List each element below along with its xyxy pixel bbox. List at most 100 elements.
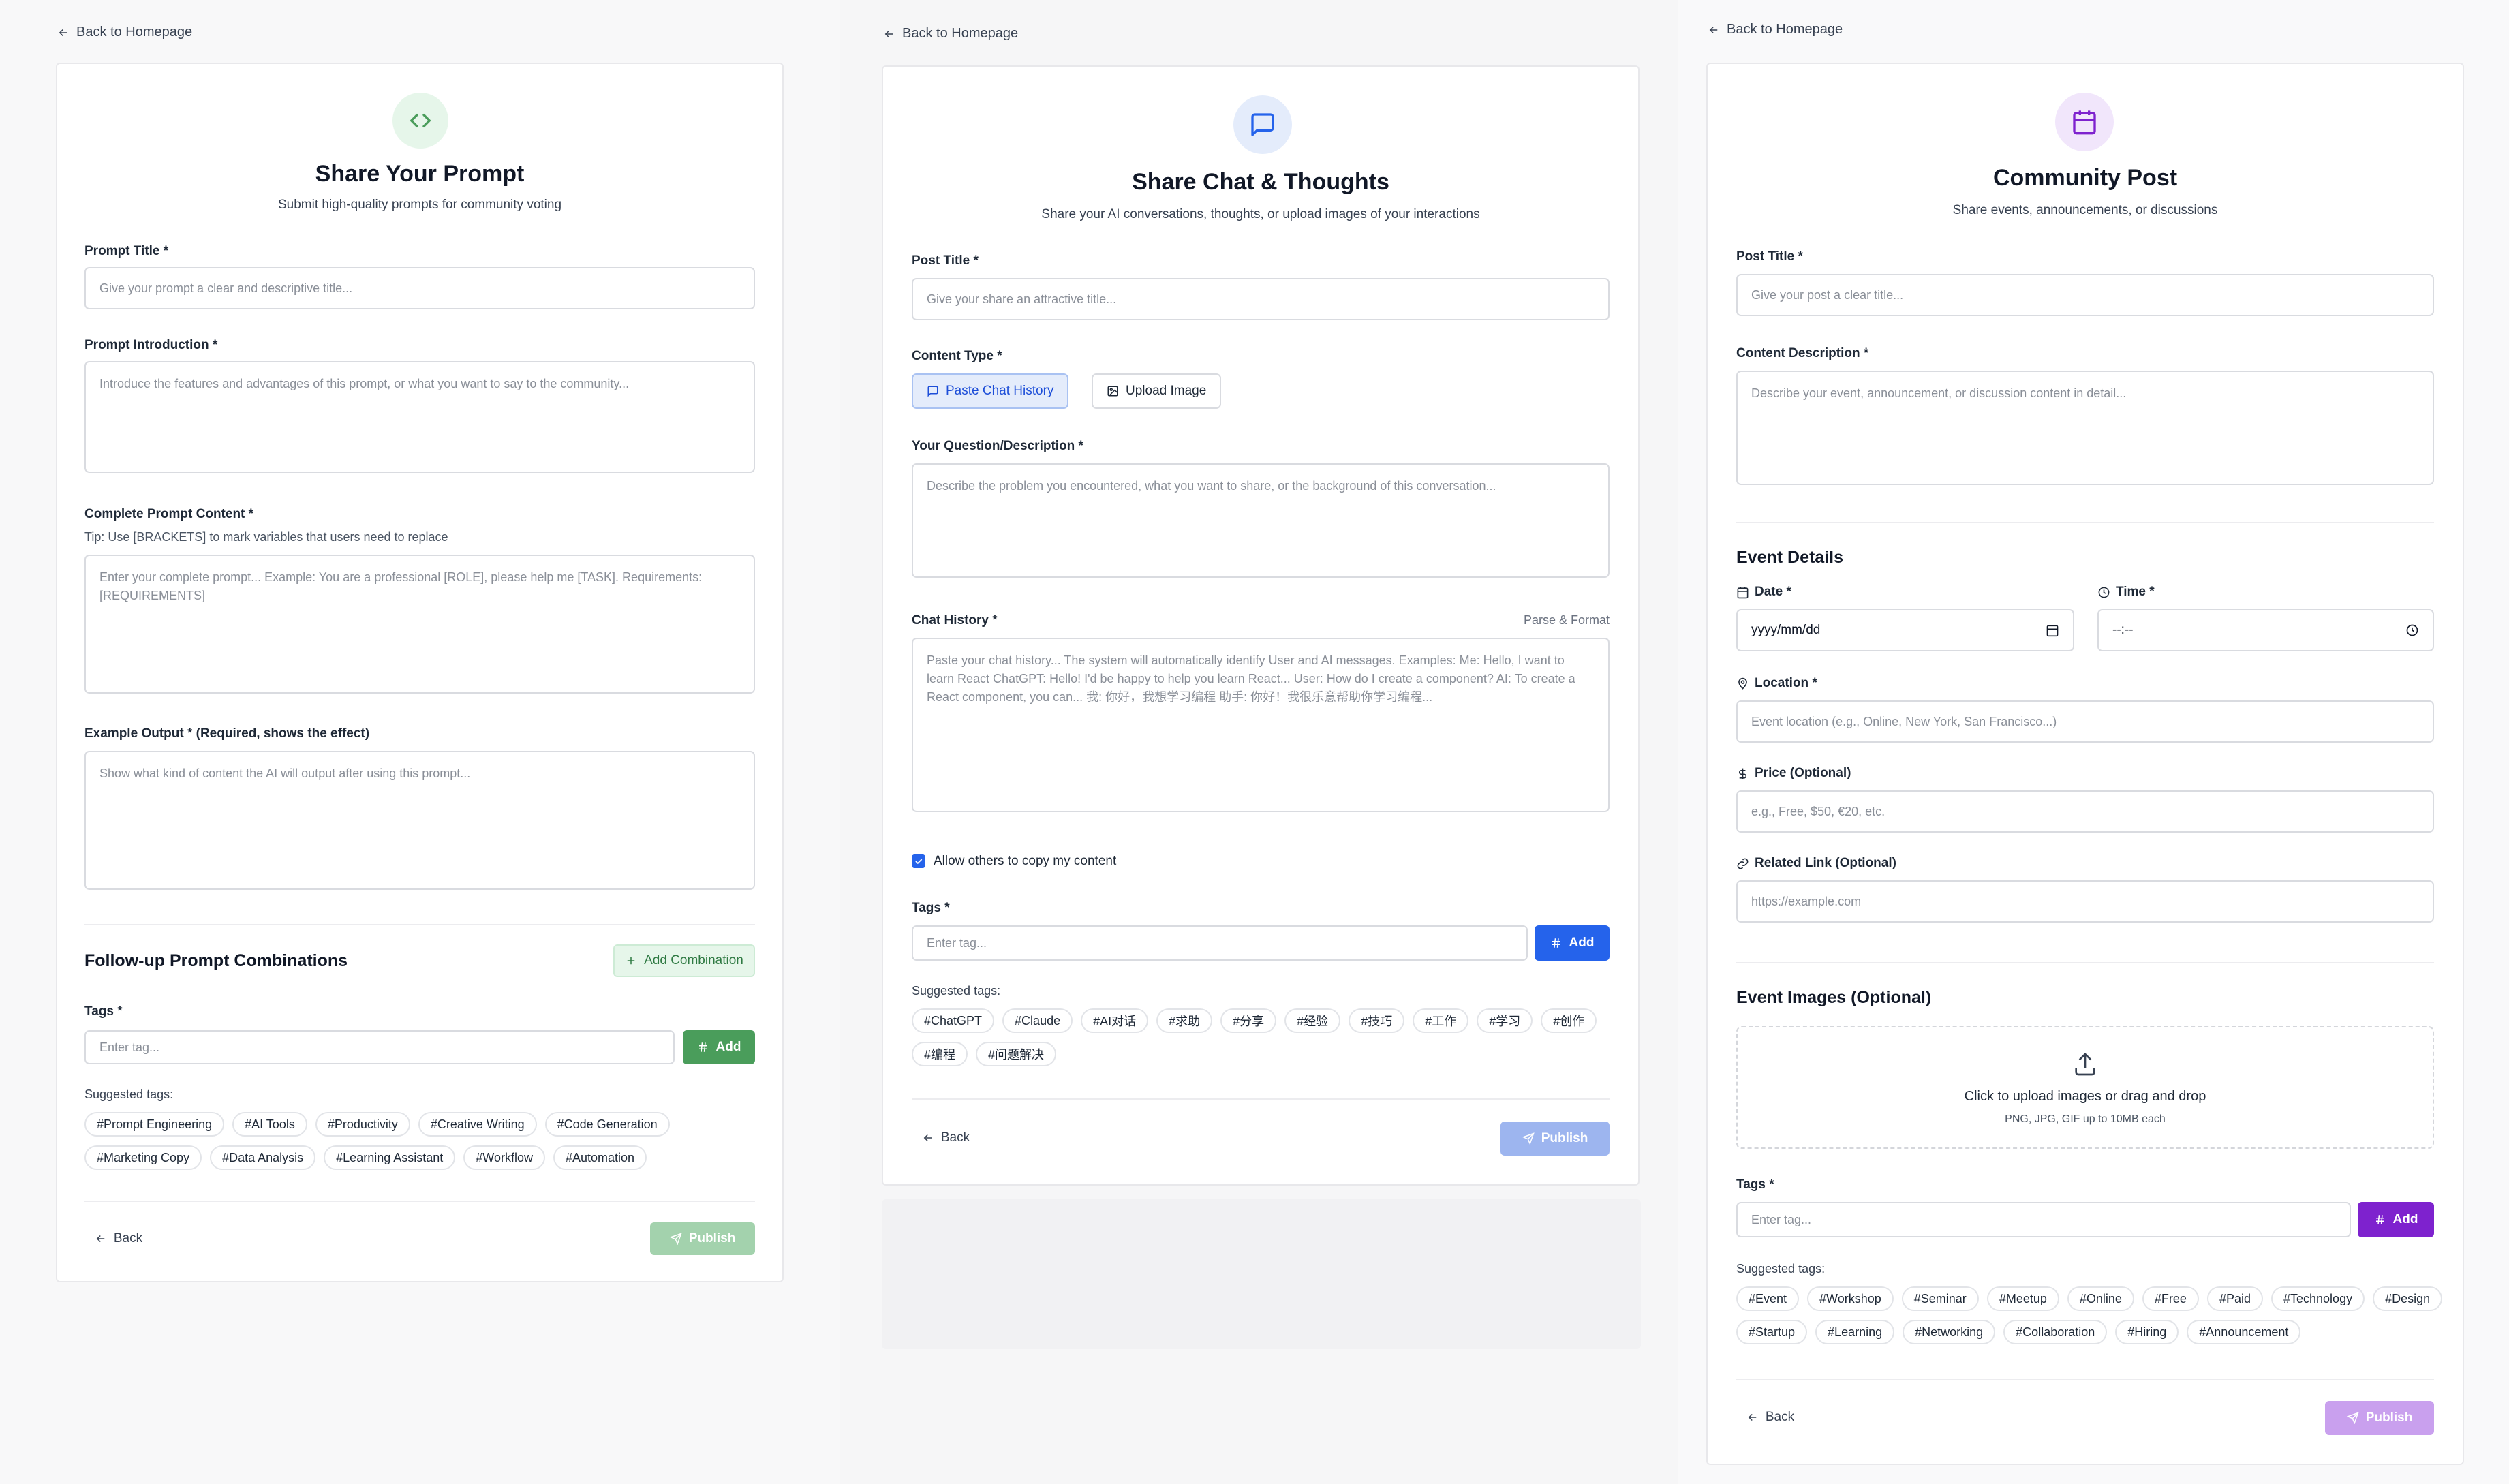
suggested-tag-chip[interactable]: #Free bbox=[2142, 1286, 2199, 1311]
arrow-left-icon bbox=[923, 1134, 932, 1142]
question-textarea[interactable]: Describe the problem you encountered, wh… bbox=[912, 463, 1610, 578]
suggested-tag-chip[interactable]: #Design bbox=[2373, 1286, 2443, 1311]
related-link-input[interactable]: https://example.com bbox=[1736, 880, 2434, 923]
upload-image-button[interactable]: Upload Image bbox=[1092, 373, 1222, 409]
suggested-tag-chip[interactable]: #AI Tools bbox=[232, 1112, 307, 1137]
suggested-tag-chip[interactable]: #Meetup bbox=[1986, 1286, 2059, 1311]
content-description-textarea[interactable]: Describe your event, announcement, or di… bbox=[1736, 371, 2434, 485]
location-input[interactable]: Event location (e.g., Online, New York, … bbox=[1736, 700, 2434, 743]
suggested-tag-chip[interactable]: #分享 bbox=[1220, 1008, 1277, 1033]
publish-button[interactable]: Publish bbox=[1500, 1122, 1610, 1156]
suggested-tags: #ChatGPT #Claude #AI对话 #求助 #分享 #经验 #技巧 #工作 #学习 #创… bbox=[912, 1008, 1620, 1075]
suggested-tag-chip[interactable]: #Automation bbox=[553, 1145, 647, 1170]
parse-format-link[interactable]: Parse & Format bbox=[1524, 613, 1610, 628]
add-tag-button[interactable]: Add bbox=[683, 1030, 755, 1064]
date-input[interactable]: yyyy/mm/dd bbox=[1736, 609, 2074, 651]
back-button[interactable]: Back bbox=[912, 1122, 980, 1154]
suggested-tag-chip[interactable]: #Workflow bbox=[463, 1145, 545, 1170]
suggested-tag-chip[interactable]: #Code Generation bbox=[544, 1112, 670, 1137]
suggested-tag-chip[interactable]: #Technology bbox=[2271, 1286, 2365, 1311]
suggested-tag-chip[interactable]: #ChatGPT bbox=[912, 1008, 995, 1033]
suggested-tag-chip[interactable]: #Startup bbox=[1736, 1320, 1808, 1344]
upload-main-text: Click to upload images or drag and drop bbox=[1964, 1089, 2206, 1104]
tag-input[interactable]: Enter tag... bbox=[84, 1030, 675, 1064]
plus-icon bbox=[627, 957, 635, 965]
add-combination-button[interactable]: Add Combination bbox=[613, 944, 755, 977]
dollar-icon bbox=[1739, 768, 1746, 779]
suggested-tag-chip[interactable]: #Productivity bbox=[315, 1112, 410, 1137]
event-images-title: Event Images (Optional) bbox=[1736, 988, 1932, 1007]
tags-label: Tags * bbox=[912, 901, 950, 915]
prompt-intro-textarea[interactable]: Introduce the features and advantages of… bbox=[84, 361, 755, 473]
paste-chat-history-button[interactable]: Paste Chat History bbox=[912, 373, 1069, 409]
suggested-tag-chip[interactable]: #Creative Writing bbox=[418, 1112, 537, 1137]
suggested-tag-chip[interactable]: #Collaboration bbox=[2003, 1320, 2108, 1344]
back-button[interactable]: Back bbox=[1736, 1401, 1804, 1434]
suggested-tag-chip[interactable]: #编程 bbox=[912, 1042, 968, 1066]
publish-button[interactable]: Publish bbox=[650, 1222, 755, 1255]
faded-background bbox=[882, 1199, 1641, 1349]
suggested-tag-chip[interactable]: #求助 bbox=[1156, 1008, 1213, 1033]
suggested-tag-chip[interactable]: #Workshop bbox=[1807, 1286, 1894, 1311]
post-title-input[interactable]: Give your share an attractive title... bbox=[912, 278, 1610, 320]
suggested-tag-chip[interactable]: #创作 bbox=[1541, 1008, 1597, 1033]
divider bbox=[1736, 962, 2434, 963]
suggested-tag-chip[interactable]: #Prompt Engineering bbox=[84, 1112, 225, 1137]
prompt-content-label: Complete Prompt Content * bbox=[84, 507, 254, 521]
allow-copy-checkbox[interactable] bbox=[912, 854, 925, 868]
publish-button[interactable]: Publish bbox=[2325, 1401, 2434, 1435]
upload-icon bbox=[2075, 1053, 2095, 1076]
add-tag-label: Add bbox=[1569, 936, 1595, 950]
page-subtitle: Submit high-quality prompts for communit… bbox=[277, 198, 562, 212]
related-link-label: Related Link (Optional) bbox=[1736, 856, 1896, 871]
back-to-homepage-link[interactable]: Back to Homepage bbox=[883, 26, 1018, 42]
suggested-tag-chip[interactable]: #经验 bbox=[1284, 1008, 1341, 1033]
add-tag-button[interactable]: Add bbox=[2358, 1202, 2434, 1237]
suggested-tags-label: Suggested tags: bbox=[84, 1087, 174, 1101]
add-tag-button[interactable]: Add bbox=[1535, 925, 1610, 961]
event-details-title: Event Details bbox=[1736, 548, 1844, 567]
date-value: yyyy/mm/dd bbox=[1751, 622, 1821, 637]
prompt-title-input[interactable]: Give your prompt a clear and descriptive… bbox=[84, 267, 755, 309]
suggested-tag-chip[interactable]: #Claude bbox=[1002, 1008, 1073, 1033]
suggested-tag-chip[interactable]: #Learning Assistant bbox=[324, 1145, 456, 1170]
send-icon bbox=[1522, 1132, 1535, 1145]
send-icon bbox=[2346, 1412, 2359, 1424]
time-input[interactable]: --:-- bbox=[2097, 609, 2434, 651]
tags-label: Tags * bbox=[84, 1004, 123, 1019]
suggested-tag-chip[interactable]: #Seminar bbox=[1901, 1286, 1979, 1311]
arrow-left-icon bbox=[59, 29, 67, 36]
back-to-homepage-link[interactable]: Back to Homepage bbox=[57, 25, 192, 40]
suggested-tag-chip[interactable]: #AI对话 bbox=[1081, 1008, 1149, 1033]
suggested-tag-chip[interactable]: #学习 bbox=[1477, 1008, 1533, 1033]
example-output-textarea[interactable]: Show what kind of content the AI will ou… bbox=[84, 751, 755, 890]
suggested-tag-chip[interactable]: #Marketing Copy bbox=[84, 1145, 202, 1170]
back-to-homepage-link[interactable]: Back to Homepage bbox=[1708, 22, 1843, 37]
hash-icon bbox=[1552, 938, 1560, 948]
prompt-content-textarea[interactable]: Enter your complete prompt... Example: Y… bbox=[84, 555, 755, 694]
suggested-tag-chip[interactable]: #Networking bbox=[1903, 1320, 1996, 1344]
suggested-tag-chip[interactable]: #问题解决 bbox=[976, 1042, 1057, 1066]
back-button[interactable]: Back bbox=[84, 1222, 153, 1255]
check-icon bbox=[915, 859, 923, 865]
tag-input[interactable]: Enter tag... bbox=[912, 925, 1528, 961]
suggested-tags-label: Suggested tags: bbox=[912, 984, 1001, 998]
suggested-tag-chip[interactable]: #Hiring bbox=[2115, 1320, 2179, 1344]
image-upload-dropzone[interactable]: Click to upload images or drag and drop … bbox=[1736, 1026, 2434, 1149]
suggested-tag-chip[interactable]: #Data Analysis bbox=[210, 1145, 316, 1170]
suggested-tag-chip[interactable]: #Announcement bbox=[2187, 1320, 2301, 1344]
suggested-tag-chip[interactable]: #工作 bbox=[1413, 1008, 1469, 1033]
suggested-tag-chip[interactable]: #技巧 bbox=[1349, 1008, 1405, 1033]
suggested-tag-chip[interactable]: #Learning bbox=[1815, 1320, 1895, 1344]
post-title-input[interactable]: Give your post a clear title... bbox=[1736, 274, 2434, 316]
chat-history-textarea[interactable]: Paste your chat history... The system wi… bbox=[912, 638, 1610, 812]
tag-input[interactable]: Enter tag... bbox=[1736, 1202, 2351, 1237]
price-input[interactable]: e.g., Free, $50, €20, etc. bbox=[1736, 790, 2434, 833]
suggested-tag-chip[interactable]: #Event bbox=[1736, 1286, 1800, 1311]
suggested-tag-chip[interactable]: #Online bbox=[2067, 1286, 2134, 1311]
clock-icon[interactable] bbox=[2405, 623, 2419, 637]
prompt-intro-label: Prompt Introduction * bbox=[84, 338, 218, 352]
suggested-tag-chip[interactable]: #Paid bbox=[2206, 1286, 2263, 1311]
calendar-picker-icon[interactable] bbox=[2046, 623, 2059, 637]
post-title-label: Post Title * bbox=[912, 253, 979, 268]
